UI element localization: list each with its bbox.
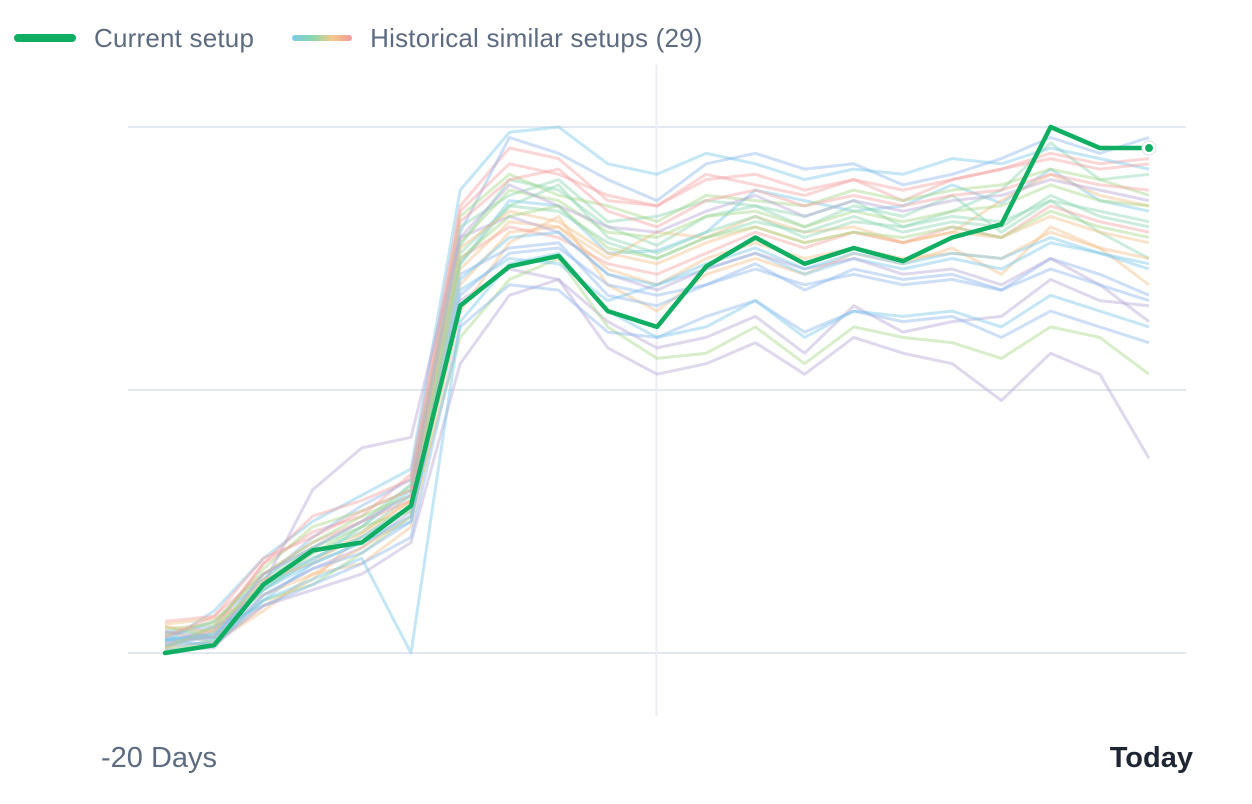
x-axis-start-label: -20 Days — [101, 742, 218, 774]
line-chart — [128, 65, 1186, 716]
current-endpoint-marker — [1145, 144, 1153, 153]
x-axis-end-label: Today — [1109, 742, 1193, 774]
